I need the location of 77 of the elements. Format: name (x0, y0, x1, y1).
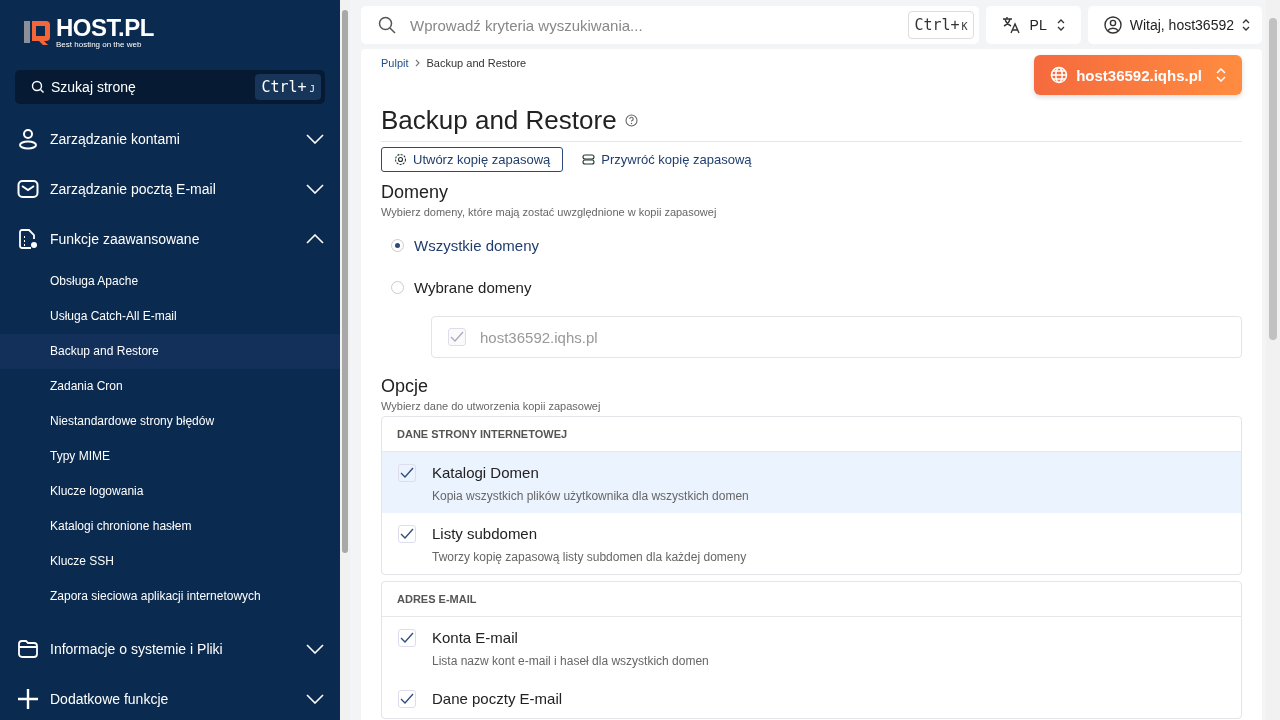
chevron-icon (414, 59, 421, 67)
search-field[interactable]: Szukaj stronę Ctrl+ J (15, 70, 325, 104)
option-row[interactable]: Katalogi Domen Kopia wszystkich plików użytkownika dla wszystkich domen (382, 452, 1241, 513)
updown-icon (1216, 68, 1226, 82)
option-label: Dane poczty E-mail (432, 690, 563, 707)
sidebar-item[interactable]: Typy MIME (0, 439, 340, 474)
envelope-icon (17, 178, 39, 200)
option-description: Lista nazw kont e-mail i haseł dla wszystkich domen (432, 654, 709, 668)
logo-text: HOST.PL (56, 15, 154, 40)
sidebar-item[interactable]: Klucze SSH (0, 544, 340, 579)
checkbox[interactable] (398, 464, 416, 482)
updown-icon (1056, 19, 1065, 31)
sidebar-item[interactable]: Zadania Cron (0, 369, 340, 404)
sidebar-item[interactable]: Katalogi chronione hasłem (0, 509, 340, 544)
option-label: Listy subdomen (432, 525, 539, 542)
search-field[interactable]: Wprowadź kryteria wyszukiwania... Ctrl+K (361, 6, 979, 44)
chevron-icon (306, 184, 324, 194)
sidebar-item[interactable]: Niestandardowe strony błędów (0, 404, 340, 439)
group-heading: ADRES E-MAIL (382, 582, 1241, 617)
sidebar-item[interactable]: Zapora sieciowa aplikacji internetowych (0, 579, 340, 614)
chevron-icon (306, 644, 324, 654)
tab[interactable]: Utwórz kopię zapasową (381, 147, 564, 172)
shortcut-badge: Ctrl+ J (255, 74, 321, 100)
scrollbar-thumb[interactable] (1269, 18, 1277, 340)
search-icon (31, 80, 45, 94)
checkbox[interactable] (398, 629, 416, 647)
scrollbar[interactable] (340, 0, 350, 720)
chevron-icon (306, 134, 324, 144)
plus-icon (17, 688, 39, 710)
user-icon (17, 128, 39, 150)
sidebar-group[interactable]: Funkcje zaawansowane (0, 214, 340, 264)
sidebar-item[interactable]: Usługa Catch-All E-mail (0, 299, 340, 334)
sidebar-group[interactable]: Zarządzanie pocztą E-mail (0, 164, 340, 214)
option-label: Katalogi Domen (432, 464, 540, 481)
globe-icon (1050, 66, 1069, 84)
shortcut-badge: Ctrl+K (908, 11, 974, 39)
checkbox[interactable] (398, 525, 416, 543)
user-menu[interactable]: Witaj, host36592 (1087, 6, 1262, 44)
section-heading: Domeny (381, 182, 450, 203)
chevron-icon (306, 234, 324, 244)
scrollbar-thumb[interactable] (342, 10, 348, 553)
sidebar-item[interactable]: Obsługa Apache (0, 264, 340, 299)
section-hint: Wybierz domeny, które mają zostać uwzględnione w kopii zapasowej (381, 206, 718, 218)
checkbox[interactable] (398, 690, 416, 708)
sidebar-group[interactable]: Informacje o systemie i Pliki (0, 624, 340, 674)
database-icon (582, 154, 596, 165)
section-heading: Opcje (381, 376, 430, 397)
breadcrumb-item: Backup and Restore (426, 57, 527, 69)
option-row[interactable]: Listy subdomen Tworzy kopię zapasową listy subdomen dla każdej domeny (382, 513, 1241, 574)
radio-label: Wszystkie domeny (414, 236, 540, 254)
option-label: Konta E-mail (432, 629, 519, 646)
document-gear-icon (17, 228, 39, 250)
folder-icon (17, 638, 39, 660)
sidebar-group[interactable]: Dodatkowe funkcje (0, 674, 340, 720)
option-row[interactable]: Konta E-mail Lista nazw kont e-mail i haseł dla wszystkich domen (382, 617, 1241, 678)
user-icon (1103, 16, 1122, 34)
language-select[interactable]: PL (985, 6, 1081, 44)
translate-icon (1001, 16, 1020, 34)
option-description: Kopia wszystkich plików użytkownika dla wszystkich domen (432, 489, 749, 503)
gear-icon (394, 153, 407, 166)
page-title: Backup and Restore (381, 105, 617, 136)
domain-label: host36592.iqhs.pl (480, 328, 598, 346)
logo-tagline: Best hosting on the web (56, 39, 143, 49)
search-icon (378, 16, 396, 34)
tab[interactable]: Przywróć kopię zapasową (569, 147, 765, 172)
scrollbar[interactable] (1266, 0, 1280, 720)
radio-label: Wybrane domeny (414, 278, 532, 296)
sidebar-group[interactable]: Zarządzanie kontami (0, 114, 340, 164)
sidebar-item[interactable]: Klucze logowania (0, 474, 340, 509)
chevron-icon (306, 694, 324, 704)
breadcrumb-item[interactable]: Pulpit (381, 57, 409, 69)
option-row[interactable]: Dane poczty E-mail (382, 678, 1241, 718)
sidebar-item[interactable]: Backup and Restore (0, 334, 340, 369)
help-icon (624, 114, 638, 127)
updown-icon (1242, 19, 1250, 31)
option-description: Tworzy kopię zapasową listy subdomen dla każdej domeny (432, 550, 747, 564)
section-hint: Wybierz dane do utworzenia kopii zapasowej (381, 400, 602, 412)
